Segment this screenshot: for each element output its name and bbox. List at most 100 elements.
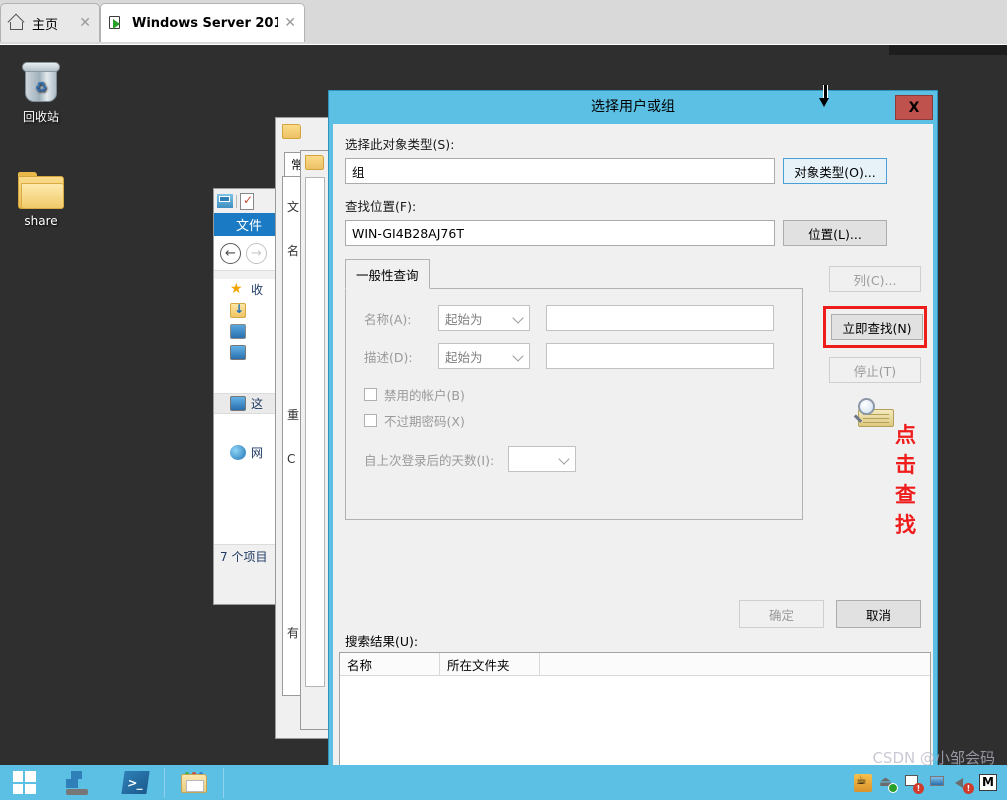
columns-button[interactable]: 列(C)... [829, 266, 921, 292]
windows-start-icon[interactable] [0, 765, 48, 800]
browser-tabstrip: 主页 ✕ Windows Server 2012 ✕ [0, 0, 1007, 45]
folder-icon [282, 123, 301, 139]
explorer-app-icon[interactable] [217, 194, 233, 208]
nav-item-desktop[interactable] [214, 321, 284, 342]
close-icon[interactable]: X [895, 95, 933, 120]
query-row-description: 描述(D): 起始为 [364, 343, 784, 369]
browser-tab-home[interactable]: 主页 ✕ [0, 3, 100, 42]
days-since-logon-label: 自上次登录后的天数(I): [364, 452, 495, 468]
mouse-cursor-resize-arrow [818, 85, 831, 109]
checkbox-non-expiring-password[interactable]: 不过期密码(X) [364, 411, 784, 430]
m-icon[interactable]: M [979, 774, 997, 791]
desktop-icon-share[interactable]: share [2, 160, 80, 228]
desktop-monitor-icon [230, 324, 246, 339]
java-icon[interactable] [854, 773, 872, 792]
days-since-logon-select[interactable] [508, 446, 577, 472]
permissions-dialog-list [305, 177, 325, 687]
checkbox-disabled-accounts-label: 禁用的帐户(B) [384, 388, 465, 403]
query-row-name: 名称(A): 起始为 [364, 305, 784, 331]
explorer-item-count: 7 个项目 [220, 550, 268, 564]
select-users-or-groups-dialog[interactable]: 选择用户或组 X 选择此对象类型(S): 组 对象类型(O)... 查找位置(F… [328, 90, 938, 765]
desktop-corner-shade [889, 45, 1007, 55]
safely-remove-hardware-icon[interactable]: ⏏ [879, 774, 898, 793]
find-now-button[interactable]: 立即查找(N) [831, 314, 923, 340]
permissions-dialog-titlebar [301, 151, 329, 173]
desktop-icon-recycle-bin[interactable]: ♻ 回收站 [2, 54, 80, 125]
nav-item-this-pc-label: 这 [251, 397, 264, 411]
network-icon[interactable] [929, 774, 947, 792]
chevron-down-icon [512, 312, 524, 324]
nav-item-network[interactable]: 网 [214, 442, 284, 463]
browser-chrome: 主页 ✕ Windows Server 2012 ✕ [0, 0, 1007, 46]
query-name-label: 名称(A): [364, 311, 412, 327]
remote-desktop-surface: ♻ 回收站 share 文件 ← → ★ 收 [0, 45, 1007, 765]
dialog-title: 选择用户或组 [591, 99, 675, 115]
ribbon-tab-file[interactable]: 文件 [214, 213, 284, 236]
nav-item-this-pc[interactable]: 这 [214, 393, 284, 414]
chevron-down-icon [558, 453, 570, 465]
query-description-label: 描述(D): [364, 349, 413, 365]
query-description-operator-value: 起始为 [445, 349, 483, 365]
taskbar-item-powershell[interactable]: >_ [106, 765, 164, 800]
volume-icon[interactable]: ! [954, 774, 974, 794]
nav-item-recent-places[interactable] [214, 342, 284, 363]
action-center-flag-icon[interactable]: ! [904, 774, 924, 794]
nav-item-network-label: 网 [251, 446, 264, 460]
query-side-buttons: 列(C)... 立即查找(N) 停止(T) [823, 266, 927, 433]
forward-icon: → [246, 242, 267, 264]
query-description-input[interactable] [546, 343, 774, 369]
checkbox-disabled-accounts[interactable]: 禁用的帐户(B) [364, 385, 784, 404]
query-name-input[interactable] [546, 305, 774, 331]
folder-icon [305, 154, 324, 170]
favorites-star-icon: ★ [230, 281, 243, 297]
annotation-click-find: 点击查找 [895, 423, 917, 537]
object-type-input[interactable]: 组 [345, 158, 775, 184]
close-icon[interactable]: ✕ [278, 16, 296, 30]
nav-item-favorites[interactable]: ★ 收 [214, 279, 284, 300]
location-row: WIN-GI4B28AJ76T 位置(L)... [345, 220, 921, 246]
file-explorer-icon [181, 771, 207, 794]
cancel-button[interactable]: 取消 [836, 600, 921, 628]
this-pc-icon [230, 396, 246, 411]
folder-icon [2, 160, 80, 210]
query-name-operator-value: 起始为 [445, 311, 483, 327]
browser-tab-windows-server-2012-label: Windows Server 2012 [132, 15, 279, 31]
column-header-name[interactable]: 名称 [340, 653, 440, 675]
query-name-operator-select[interactable]: 起始为 [438, 305, 530, 331]
powershell-icon: >_ [120, 771, 150, 794]
close-icon[interactable]: ✕ [73, 16, 91, 30]
nav-item-favorites-label: 收 [251, 283, 264, 297]
nav-item-downloads[interactable] [214, 300, 284, 321]
column-header-in-folder[interactable]: 所在文件夹 [440, 653, 540, 675]
explorer-status-bar: 7 个项目 [214, 544, 284, 568]
checkbox-icon[interactable] [364, 414, 377, 427]
dialog-action-buttons: 确定 取消 [739, 600, 921, 628]
taskbar-item-server-manager[interactable] [48, 765, 106, 800]
permissions-dialog-window[interactable] [300, 150, 330, 730]
object-type-row: 组 对象类型(O)... [345, 158, 921, 184]
locations-button[interactable]: 位置(L)... [783, 220, 887, 246]
stop-button[interactable]: 停止(T) [829, 357, 921, 383]
common-queries-panel: 名称(A): 起始为 描述(D): 起始为 禁用的帐户(B) 不过期密码(X) … [345, 288, 803, 520]
back-icon[interactable]: ← [220, 242, 241, 264]
taskbar-item-file-explorer[interactable] [165, 765, 223, 800]
object-types-button[interactable]: 对象类型(O)... [783, 158, 887, 184]
explorer-navigation-bar: ← → [214, 236, 284, 271]
browser-tab-windows-server-2012[interactable]: Windows Server 2012 ✕ [100, 3, 305, 42]
checkbox-icon[interactable] [364, 388, 377, 401]
properties-icon[interactable] [240, 192, 254, 210]
dialog-body: 选择此对象类型(S): 组 对象类型(O)... 查找位置(F): WIN-GI… [333, 124, 933, 765]
quick-access-toolbar [214, 189, 284, 213]
query-description-operator-select[interactable]: 起始为 [438, 343, 530, 369]
column-header-filler [540, 653, 930, 675]
downloads-folder-icon [230, 302, 246, 318]
ok-button[interactable]: 确定 [739, 600, 824, 628]
remote-desktop-icon [109, 15, 126, 32]
location-input[interactable]: WIN-GI4B28AJ76T [345, 220, 775, 246]
desktop-icon-share-label: share [24, 214, 58, 228]
search-results-list[interactable]: 名称 所在文件夹 [339, 652, 931, 765]
tab-common-queries[interactable]: 一般性查询 [345, 259, 430, 289]
chevron-down-icon [512, 350, 524, 362]
dialog-titlebar[interactable]: 选择用户或组 X [329, 91, 937, 124]
toolbar-divider [236, 194, 237, 208]
